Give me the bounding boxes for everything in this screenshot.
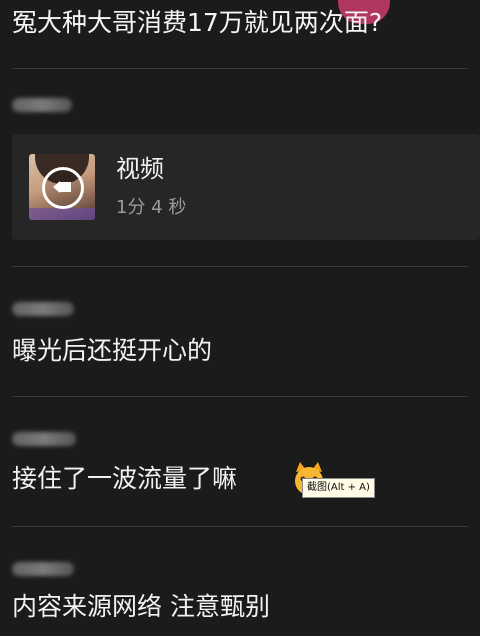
blurred-username [12, 302, 74, 316]
post-title: 冤大种大哥消费17万就见两次面? [12, 8, 383, 37]
video-duration: 1分 4 秒 [116, 197, 187, 218]
blurred-username [12, 562, 74, 576]
comment-text: 内容来源网络 注意甄别 [12, 592, 270, 621]
video-thumbnail[interactable] [29, 154, 95, 220]
divider [12, 266, 468, 267]
divider [12, 68, 468, 69]
video-play-icon[interactable] [42, 167, 84, 209]
video-card[interactable]: 视频 1分 4 秒 [12, 134, 480, 240]
video-title[interactable]: 视频 [116, 154, 164, 184]
comment-text: 曝光后还挺开心的 [12, 336, 213, 365]
divider [12, 526, 468, 527]
comment-text: 接住了一波流量了嘛 [12, 464, 238, 493]
blurred-username [12, 432, 76, 446]
screenshot-tooltip: 截图(Alt + A) [302, 478, 375, 498]
divider [12, 396, 468, 397]
blurred-username [12, 98, 72, 112]
